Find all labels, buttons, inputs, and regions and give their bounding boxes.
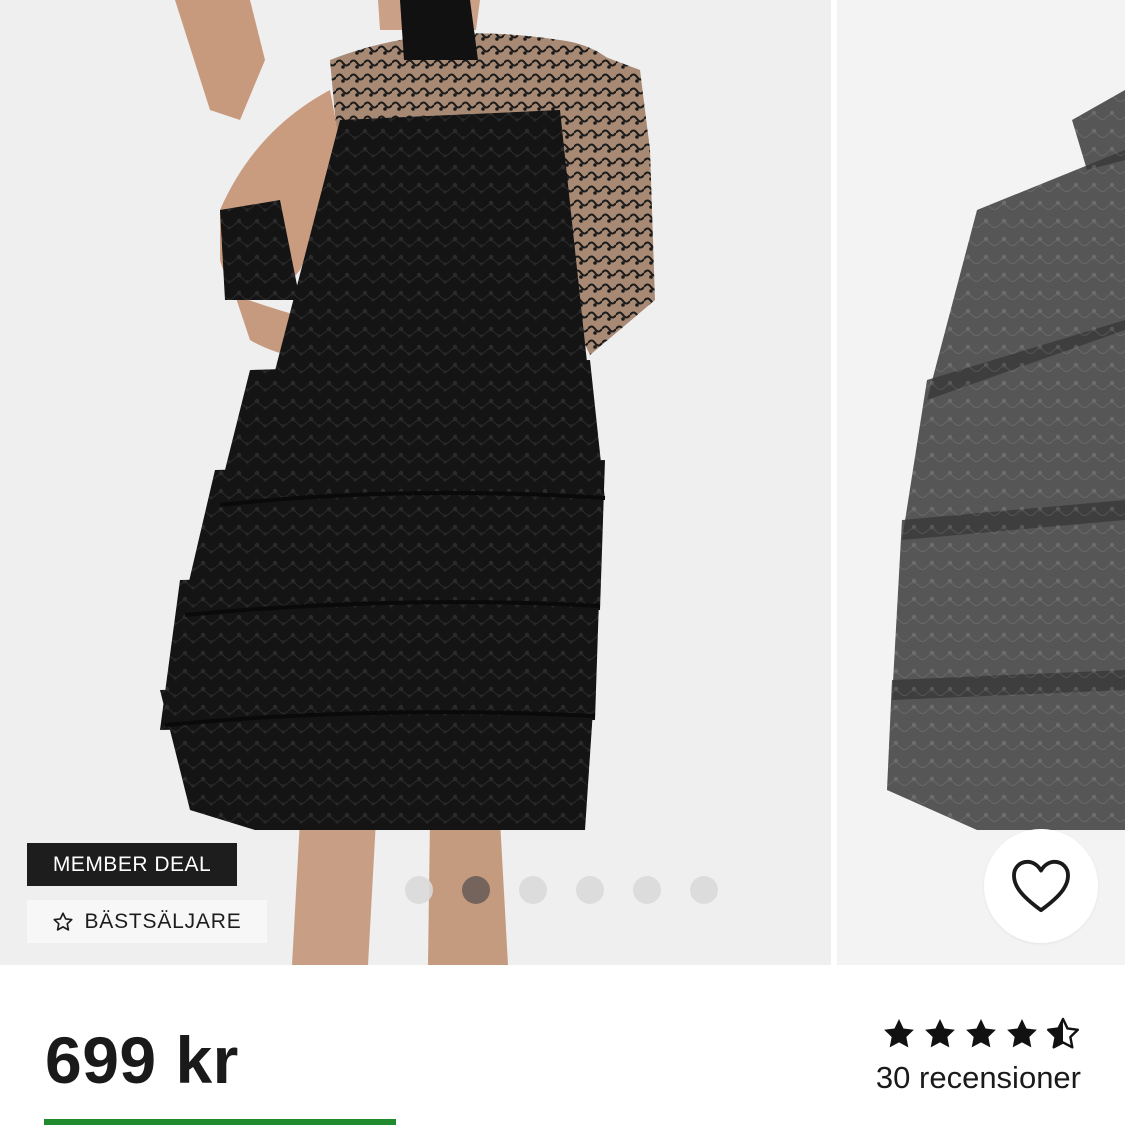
star-icon xyxy=(884,1019,914,1048)
star-half-icon xyxy=(1046,1017,1080,1049)
rating-stars xyxy=(881,1016,1081,1052)
product-image-gallery[interactable]: MEMBER DEAL BÄSTSÄLJARE xyxy=(0,0,1125,965)
star-icon xyxy=(925,1019,955,1048)
bestseller-badge: BÄSTSÄLJARE xyxy=(27,900,267,943)
gallery-dot-2-active[interactable] xyxy=(462,876,490,904)
member-deal-label: MEMBER DEAL xyxy=(52,852,212,876)
reviews-count-link[interactable]: 30 recensioner xyxy=(876,1060,1081,1096)
gallery-dot-5[interactable] xyxy=(633,876,661,904)
gallery-dot-3[interactable] xyxy=(519,876,547,904)
star-outline-icon xyxy=(53,911,74,931)
star-icon xyxy=(1007,1019,1037,1048)
product-price: 699 kr xyxy=(45,1023,239,1097)
star-icon xyxy=(966,1019,996,1048)
product-image-main[interactable]: MEMBER DEAL BÄSTSÄLJARE xyxy=(0,0,831,965)
gallery-dot-4[interactable] xyxy=(576,876,604,904)
gallery-dot-1[interactable] xyxy=(405,876,433,904)
product-image-next[interactable] xyxy=(837,0,1125,965)
heart-outline-icon xyxy=(1012,859,1070,913)
favorite-button[interactable] xyxy=(984,829,1098,943)
gallery-pagination xyxy=(405,876,718,904)
member-deal-badge: MEMBER DEAL xyxy=(27,843,237,886)
bestseller-label: BÄSTSÄLJARE xyxy=(84,909,242,933)
price-section-indicator xyxy=(44,1119,396,1125)
product-photo xyxy=(0,0,831,965)
product-rating[interactable]: 30 recensioner xyxy=(876,1016,1081,1096)
gallery-dot-6[interactable] xyxy=(690,876,718,904)
product-photo-next xyxy=(837,0,1125,965)
